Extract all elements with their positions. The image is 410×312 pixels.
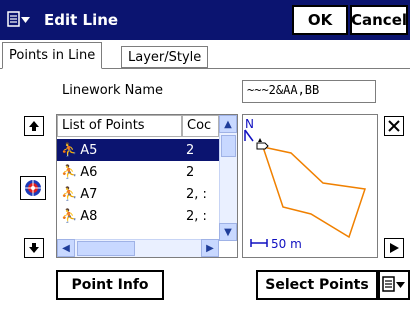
point-code: 2 [186,142,195,158]
vertical-scroll-thumb[interactable] [221,135,236,157]
point-name: A6 [80,164,98,180]
arrow-down-icon [29,243,39,253]
title-bar: Edit Line OK Cancel [0,0,410,40]
linework-name-field[interactable]: ~~~2&AA,BB [242,80,376,103]
play-button[interactable] [384,238,404,258]
scroll-down-icon[interactable]: ▼ [219,223,237,241]
tab-points-in-line[interactable]: Points in Line [2,42,103,69]
scale-label: 50 m [271,237,302,251]
target-button[interactable] [20,176,46,200]
select-points-menu-button[interactable] [378,270,410,300]
cursor-hand-icon [256,138,269,150]
line-map-preview[interactable]: N 50 m [242,114,378,258]
arrow-right-icon [390,243,399,253]
point-code: 2 [186,164,195,180]
list-item[interactable]: ⛹ A8 2, : [57,205,219,227]
window-title: Edit Line [44,11,119,29]
move-down-button[interactable] [24,238,44,258]
list-item[interactable]: ⛹ A6 2 [57,161,219,183]
list-header: List of Points Coc [57,115,219,137]
linework-name-label: Linework Name [62,83,164,98]
point-name: A7 [80,186,98,202]
point-icon: ⛹ [61,186,78,202]
close-icon [388,120,400,132]
horizontal-scrollbar[interactable]: ◀ ▶ [57,239,219,257]
scroll-up-icon[interactable]: ▲ [219,115,237,133]
point-name: A5 [80,142,98,158]
point-icon: ⛹ [61,208,78,224]
list-item[interactable]: ⛹ A5 2 [57,139,219,161]
column-header-code[interactable]: Coc [182,115,219,137]
vertical-scrollbar[interactable]: ▲ ▼ [219,115,237,241]
point-code: 2, : [186,186,207,202]
list-dropdown-icon [382,276,405,292]
ok-button[interactable]: OK [292,5,348,35]
move-up-button[interactable] [24,116,44,136]
point-name: A8 [80,208,98,224]
column-header-points[interactable]: List of Points [57,115,182,137]
scroll-right-icon[interactable]: ▶ [201,239,219,257]
list-item[interactable]: ⛹ A7 2, : [57,183,219,205]
line-path [262,146,366,239]
point-icon: ⛹ [61,142,78,158]
scroll-left-icon[interactable]: ◀ [57,239,75,257]
points-list[interactable]: List of Points Coc ⛹ A5 2 ⛹ A6 2 ⛹ A7 2, : … [56,114,238,258]
select-points-button[interactable]: Select Points [256,270,378,300]
north-label: N [245,117,254,131]
arrow-up-icon [29,121,39,131]
horizontal-scroll-thumb[interactable] [77,241,135,256]
menu-icon[interactable] [3,4,35,36]
tab-layer-style[interactable]: Layer/Style [121,46,209,68]
point-code: 2, : [186,208,207,224]
cancel-button[interactable]: Cancel [350,5,408,35]
point-info-button[interactable]: Point Info [56,270,164,300]
remove-button[interactable] [384,116,404,136]
target-icon [24,179,42,197]
point-icon: ⛹ [61,164,78,180]
